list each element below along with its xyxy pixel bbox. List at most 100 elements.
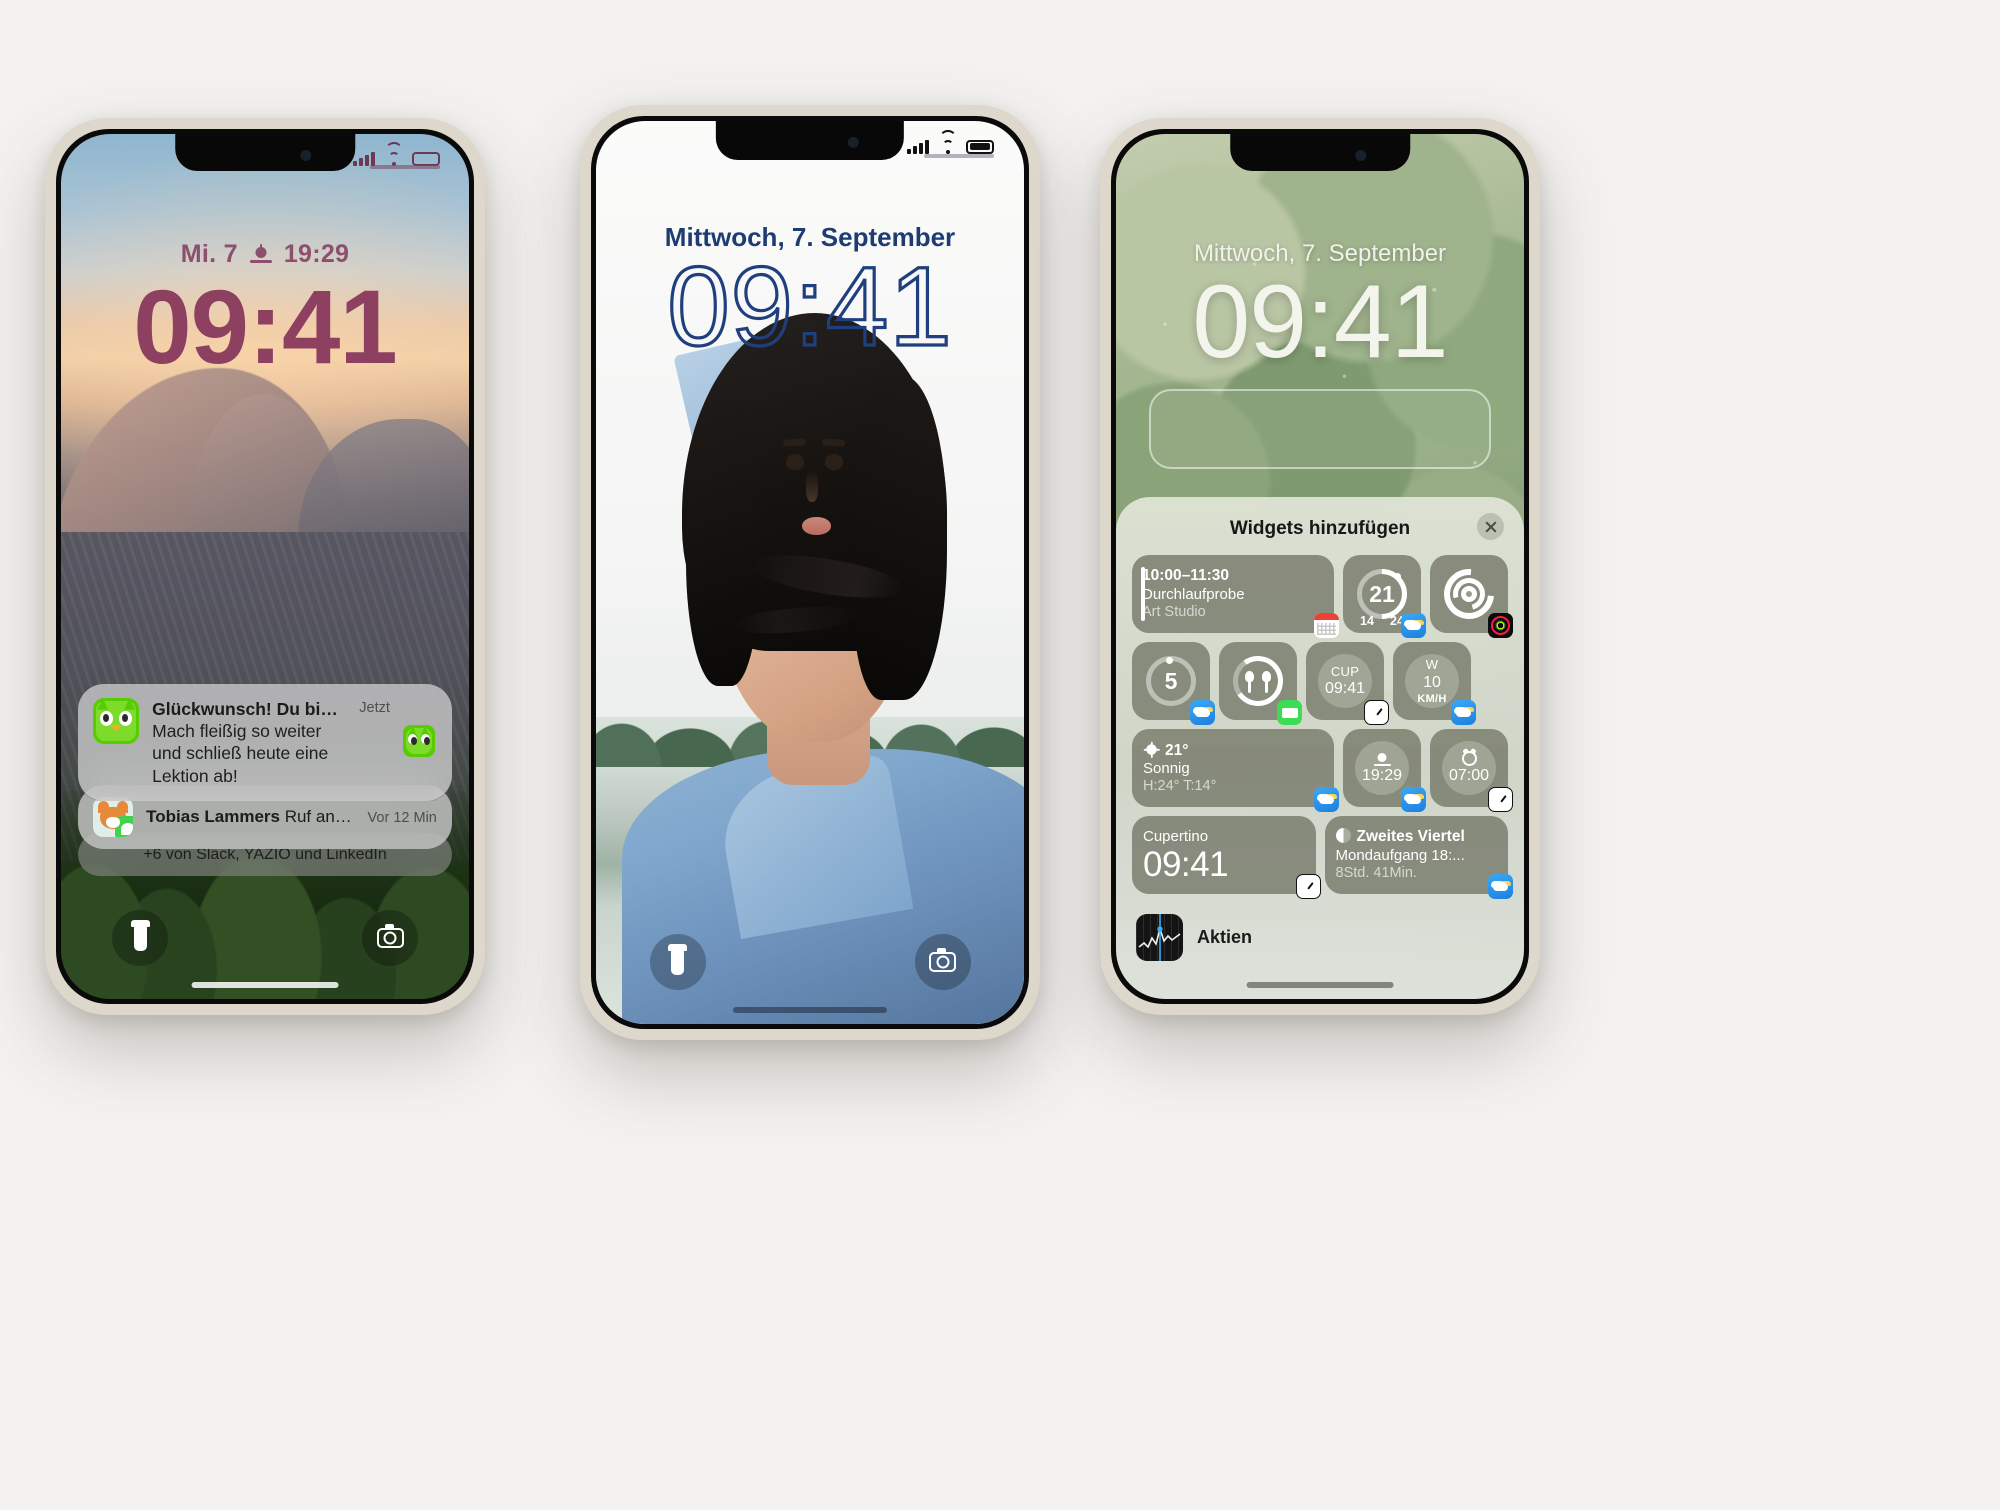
moon-icon xyxy=(1335,828,1351,844)
widget-uv-index[interactable]: 5 xyxy=(1132,642,1215,726)
wifi-icon xyxy=(938,130,957,155)
camera-button[interactable] xyxy=(914,933,971,990)
camera-icon xyxy=(376,924,404,949)
weather-app-icon xyxy=(1314,787,1339,813)
clock-app-icon xyxy=(1364,700,1389,726)
device-bezel: Mi. 7 19:29 09:41 Glückwunsch! Du bist M… xyxy=(56,129,474,1004)
battery-ring xyxy=(1229,652,1287,711)
notification-line: Tobias Lammers Ruf an, wenn... xyxy=(146,807,354,827)
battery-icon xyxy=(412,151,441,166)
city-code: CUP xyxy=(1330,663,1360,679)
lock-screen-clock[interactable]: 09:41 xyxy=(596,248,1024,366)
alarm-icon xyxy=(1461,751,1477,767)
sun-icon xyxy=(1146,743,1157,755)
airpods-icon xyxy=(1233,656,1283,706)
status-bar xyxy=(353,142,441,167)
lock-screen-widget-picker: Mittwoch, 7. September 09:41 Widgets hin… xyxy=(1116,134,1524,999)
lock-screen-clock[interactable]: 09:41 xyxy=(61,270,469,384)
notification-time: Jetzt xyxy=(359,699,390,716)
notification-text: Mach fleißig so weiter und schließ heute… xyxy=(152,721,329,786)
flashlight-icon xyxy=(130,920,150,952)
fitness-app-icon xyxy=(1488,613,1513,639)
widget-wind[interactable]: W 10 KM/H xyxy=(1393,642,1476,726)
widget-calendar[interactable]: 10:00–11:30 Durchlaufprobe Art Studio xyxy=(1132,555,1339,639)
device-bezel: Mittwoch, 7. September 09:41 xyxy=(591,116,1029,1029)
notification-body: Glückwunsch! Du bist wieder auf... Mach … xyxy=(152,698,346,788)
widget-line-1: 10:00–11:30 xyxy=(1142,567,1230,585)
widget-value: 5 xyxy=(1164,667,1178,694)
duolingo-thumbnail xyxy=(402,725,437,759)
home-indicator[interactable] xyxy=(732,1007,888,1013)
battery-icon xyxy=(966,139,995,154)
home-indicator[interactable] xyxy=(1246,982,1394,988)
widget-temperature[interactable]: 21 14 24 xyxy=(1343,555,1426,639)
sunset-icon xyxy=(1373,752,1391,766)
iphone-device-1: Mi. 7 19:29 09:41 Glückwunsch! Du bist M… xyxy=(45,118,485,1015)
status-bar-divider xyxy=(370,165,441,170)
lock-screen-clock[interactable]: 09:41 xyxy=(1116,265,1524,380)
messages-app-badge-icon xyxy=(115,816,134,838)
flashlight-icon xyxy=(668,943,687,975)
flashlight-button[interactable] xyxy=(112,910,168,967)
widget-city-clock[interactable]: Cupertino 09:41 xyxy=(1132,816,1321,900)
widget-row: 21° Sonnig H:24° T:14° 19:29 07:00 xyxy=(1132,729,1513,813)
lock-screen-controls xyxy=(596,933,1024,990)
alarm-time: 07:00 xyxy=(1448,767,1490,785)
fitness-rings-icon xyxy=(1433,559,1505,630)
add-widgets-sheet: Widgets hinzufügen 10:00–11:30 Durchlauf… xyxy=(1116,497,1524,999)
widget-line-1: 21° xyxy=(1143,741,1323,761)
lock-screen-yosemite: Mi. 7 19:29 09:41 Glückwunsch! Du bist M… xyxy=(61,134,469,999)
weather-app-icon xyxy=(1401,613,1426,639)
lock-screen-date-row[interactable]: Mi. 7 19:29 xyxy=(61,240,469,269)
notification-sender: Tobias Lammers xyxy=(146,807,280,827)
widget-moon-phase[interactable]: Zweites Viertel Mondaufgang 18:... 8Std.… xyxy=(1324,816,1513,900)
flashlight-button[interactable] xyxy=(649,933,706,990)
device-notch xyxy=(1230,134,1410,172)
wifi-icon xyxy=(384,142,403,167)
status-bar xyxy=(907,130,995,155)
widget-sunset[interactable]: 19:29 xyxy=(1343,729,1426,813)
wind-speed: 10 xyxy=(1423,673,1441,691)
battery-app-icon xyxy=(1277,700,1302,726)
widget-weather-conditions[interactable]: 21° Sonnig H:24° T:14° xyxy=(1132,729,1339,813)
sheet-title: Widgets hinzufügen xyxy=(1229,518,1411,540)
weather-app-icon xyxy=(1488,874,1513,900)
widget-line-2: Durchlaufprobe xyxy=(1142,585,1245,603)
widget-placeholder-slot[interactable] xyxy=(1148,389,1492,469)
camera-button[interactable] xyxy=(362,910,418,967)
clock-circle: CUP 09:41 xyxy=(1318,654,1372,709)
widget-alarm[interactable]: 07:00 xyxy=(1430,729,1513,813)
widget-value: 21 xyxy=(1369,580,1395,607)
sunset-time: 19:29 xyxy=(1361,766,1403,784)
temperature-ring: 21 xyxy=(1346,558,1418,630)
screenshot-canvas: Mi. 7 19:29 09:41 Glückwunsch! Du bist M… xyxy=(0,0,2000,1510)
notification-time: Vor 12 Min xyxy=(367,810,437,827)
sunset-circle: 19:29 xyxy=(1355,741,1409,796)
signal-bars-icon xyxy=(907,139,930,155)
uv-ring: 5 xyxy=(1146,656,1196,707)
portrait-subject xyxy=(596,312,1024,1024)
device-notch xyxy=(715,121,905,160)
widget-line-3: 8Std. 41Min. xyxy=(1335,864,1417,881)
widget-line-3: Art Studio xyxy=(1142,603,1206,620)
city-time: 09:41 xyxy=(1324,680,1366,698)
wind-direction: W xyxy=(1425,657,1439,673)
widget-app-list-item-stocks[interactable]: Aktien xyxy=(1132,903,1508,962)
clock-app-icon xyxy=(1295,874,1321,900)
widget-row: Cupertino 09:41 Zweites Viertel Mondaufg… xyxy=(1132,816,1513,900)
lock-screen-date[interactable]: Mittwoch, 7. September xyxy=(1116,240,1524,268)
duolingo-app-icon xyxy=(93,697,140,744)
wind-circle: W 10 KM/H xyxy=(1405,654,1459,709)
lock-screen-controls xyxy=(61,910,469,967)
notification-duolingo[interactable]: Glückwunsch! Du bist wieder auf... Mach … xyxy=(78,683,452,802)
widget-row: 5 CUP 09:41 W 10 KM/H xyxy=(1132,642,1508,726)
widget-airpods-battery[interactable] xyxy=(1219,642,1302,726)
status-bar-divider xyxy=(924,153,995,158)
widget-world-clock[interactable]: CUP 09:41 xyxy=(1306,642,1389,726)
contact-avatar xyxy=(93,797,134,838)
home-indicator[interactable] xyxy=(191,982,339,988)
widget-fitness[interactable] xyxy=(1430,555,1513,639)
widget-line-3: H:24° T:14° xyxy=(1143,778,1217,795)
sheet-header: Widgets hinzufügen xyxy=(1132,513,1508,555)
widget-row: 10:00–11:30 Durchlaufprobe Art Studio 21 xyxy=(1132,555,1513,639)
